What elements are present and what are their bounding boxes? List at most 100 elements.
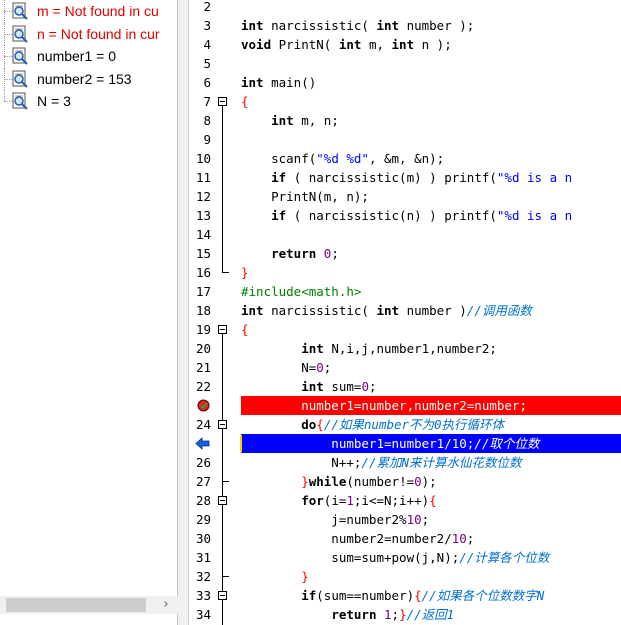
code-line[interactable]: return 1;}//返回1 (241, 605, 621, 624)
line-number[interactable]: 8 (189, 111, 211, 130)
code-line[interactable]: if(sum==number){//如果各个位数数字N (241, 586, 621, 605)
line-number[interactable]: 24 (189, 415, 211, 434)
code-line[interactable]: } (241, 567, 621, 586)
code-line[interactable]: N++;//累加N来计算水仙花数位数 (241, 453, 621, 472)
fold-minus-icon[interactable] (218, 420, 227, 429)
line-number[interactable]: 34 (189, 605, 211, 624)
line-number-gutter[interactable]: 2345678910111213141516171819202122232425… (189, 0, 215, 625)
line-number[interactable]: 19 (189, 320, 211, 339)
line-number[interactable]: 31 (189, 548, 211, 567)
line-number[interactable]: 11 (189, 168, 211, 187)
code-line[interactable] (241, 0, 621, 16)
watch-list: m = Not found in cu n = Not found in cur n… (0, 0, 178, 113)
code-line[interactable]: int main() (241, 73, 621, 92)
line-number[interactable]: 18 (189, 301, 211, 320)
line-number[interactable]: 17 (189, 282, 211, 301)
line-number[interactable]: 13 (189, 206, 211, 225)
code-line[interactable] (241, 130, 621, 149)
code-line[interactable]: #include<math.h> (241, 282, 621, 301)
line-number[interactable]: 16 (189, 263, 211, 282)
watch-item[interactable]: number2 = 153 (0, 67, 178, 90)
fold-minus-icon[interactable] (218, 591, 227, 600)
code-token: 10 (451, 436, 467, 451)
fold-minus-icon[interactable] (218, 97, 227, 106)
scroll-right-arrow-icon[interactable]: › (158, 596, 174, 614)
code-area[interactable]: int narcissistic( int number ); void Prin… (241, 0, 621, 625)
fold-minus-icon[interactable] (218, 496, 227, 505)
watch-item[interactable]: number1 = 0 (0, 45, 178, 68)
breakpoint-icon[interactable] (197, 399, 210, 412)
line-number[interactable]: 26 (189, 453, 211, 472)
code-line[interactable]: do{//如果number不为0执行循环体 (241, 415, 621, 434)
code-line[interactable] (241, 54, 621, 73)
code-token: main() (263, 75, 317, 90)
code-line[interactable]: if ( narcissistic(n) ) printf("%d is a n (241, 206, 621, 225)
code-line[interactable]: scanf("%d %d", &m, &n); (241, 149, 621, 168)
code-token: int (391, 37, 415, 52)
code-line[interactable]: if ( narcissistic(m) ) printf("%d is a n (241, 168, 621, 187)
current-execution-line[interactable]: number1=number1/10;//取个位数 (241, 434, 621, 453)
code-line[interactable]: int narcissistic( int number )//调用函数 (241, 301, 621, 320)
code-line[interactable]: return 0; (241, 244, 621, 263)
line-number[interactable]: 22 (189, 377, 211, 396)
code-token: } (301, 569, 309, 584)
line-number[interactable]: 10 (189, 149, 211, 168)
watch-item[interactable]: N = 3 (0, 90, 178, 113)
code-line[interactable]: for(i=1;i<=N;i++){ (241, 491, 621, 510)
line-number[interactable]: 7 (189, 92, 211, 111)
code-line[interactable]: } (241, 263, 621, 282)
line-number[interactable]: 3 (189, 16, 211, 35)
code-line[interactable]: int sum=0; (241, 377, 621, 396)
code-token: , &m, &n); (368, 151, 445, 166)
code-token: if (271, 170, 287, 185)
line-number[interactable]: 30 (189, 529, 211, 548)
line-number[interactable]: 33 (189, 586, 211, 605)
line-number[interactable]: 29 (189, 510, 211, 529)
fold-minus-icon[interactable] (218, 325, 227, 334)
line-number[interactable]: 20 (189, 339, 211, 358)
code-token: return (271, 246, 317, 261)
code-line[interactable]: N=0; (241, 358, 621, 377)
code-token: "%d %d" (316, 151, 369, 166)
code-line[interactable]: void PrintN( int m, int n ); (241, 35, 621, 54)
line-number[interactable]: 15 (189, 244, 211, 263)
line-number[interactable]: 28 (189, 491, 211, 510)
code-line[interactable]: j=number2%10; (241, 510, 621, 529)
watch-magnifier-icon (12, 2, 28, 20)
line-number[interactable]: 2 (189, 0, 211, 16)
code-line[interactable]: { (241, 92, 621, 111)
breakpoint-line[interactable]: number1=number,number2=number; (241, 396, 621, 415)
code-token: 0 (414, 474, 422, 489)
code-line[interactable]: int narcissistic( int number ); (241, 16, 621, 35)
watch-item[interactable]: n = Not found in cur (0, 22, 178, 45)
code-token: //计算各个位数 (459, 550, 550, 565)
watch-item[interactable]: m = Not found in cu (0, 0, 178, 23)
line-number[interactable]: 9 (189, 130, 211, 149)
line-number[interactable]: 6 (189, 73, 211, 92)
scrollbar-thumb[interactable] (6, 598, 146, 612)
code-token: } (399, 607, 407, 622)
line-number[interactable]: 4 (189, 35, 211, 54)
line-number[interactable]: 21 (189, 358, 211, 377)
panel-splitter[interactable] (178, 0, 189, 625)
line-number[interactable]: 12 (189, 187, 211, 206)
code-editor[interactable]: 2345678910111213141516171819202122232425… (189, 0, 621, 625)
code-line[interactable]: }while(number!=0); (241, 472, 621, 491)
code-line[interactable]: PrintN(m, n); (241, 187, 621, 206)
line-number[interactable]: 27 (189, 472, 211, 491)
code-token: 10 (451, 531, 467, 546)
code-line[interactable]: sum=sum+pow(j,N);//计算各个位数 (241, 548, 621, 567)
line-number[interactable]: 32 (189, 567, 211, 586)
watch-horizontal-scrollbar[interactable]: › (0, 596, 178, 614)
code-line[interactable]: int N,i,j,number1,number2; (241, 339, 621, 358)
line-number[interactable]: 14 (189, 225, 211, 244)
code-line[interactable]: number2=number2/10; (241, 529, 621, 548)
code-line[interactable]: { (241, 320, 621, 339)
line-number[interactable]: 5 (189, 54, 211, 73)
code-line[interactable] (241, 225, 621, 244)
code-token: ; (368, 379, 377, 394)
code-line[interactable]: int m, n; (241, 111, 621, 130)
